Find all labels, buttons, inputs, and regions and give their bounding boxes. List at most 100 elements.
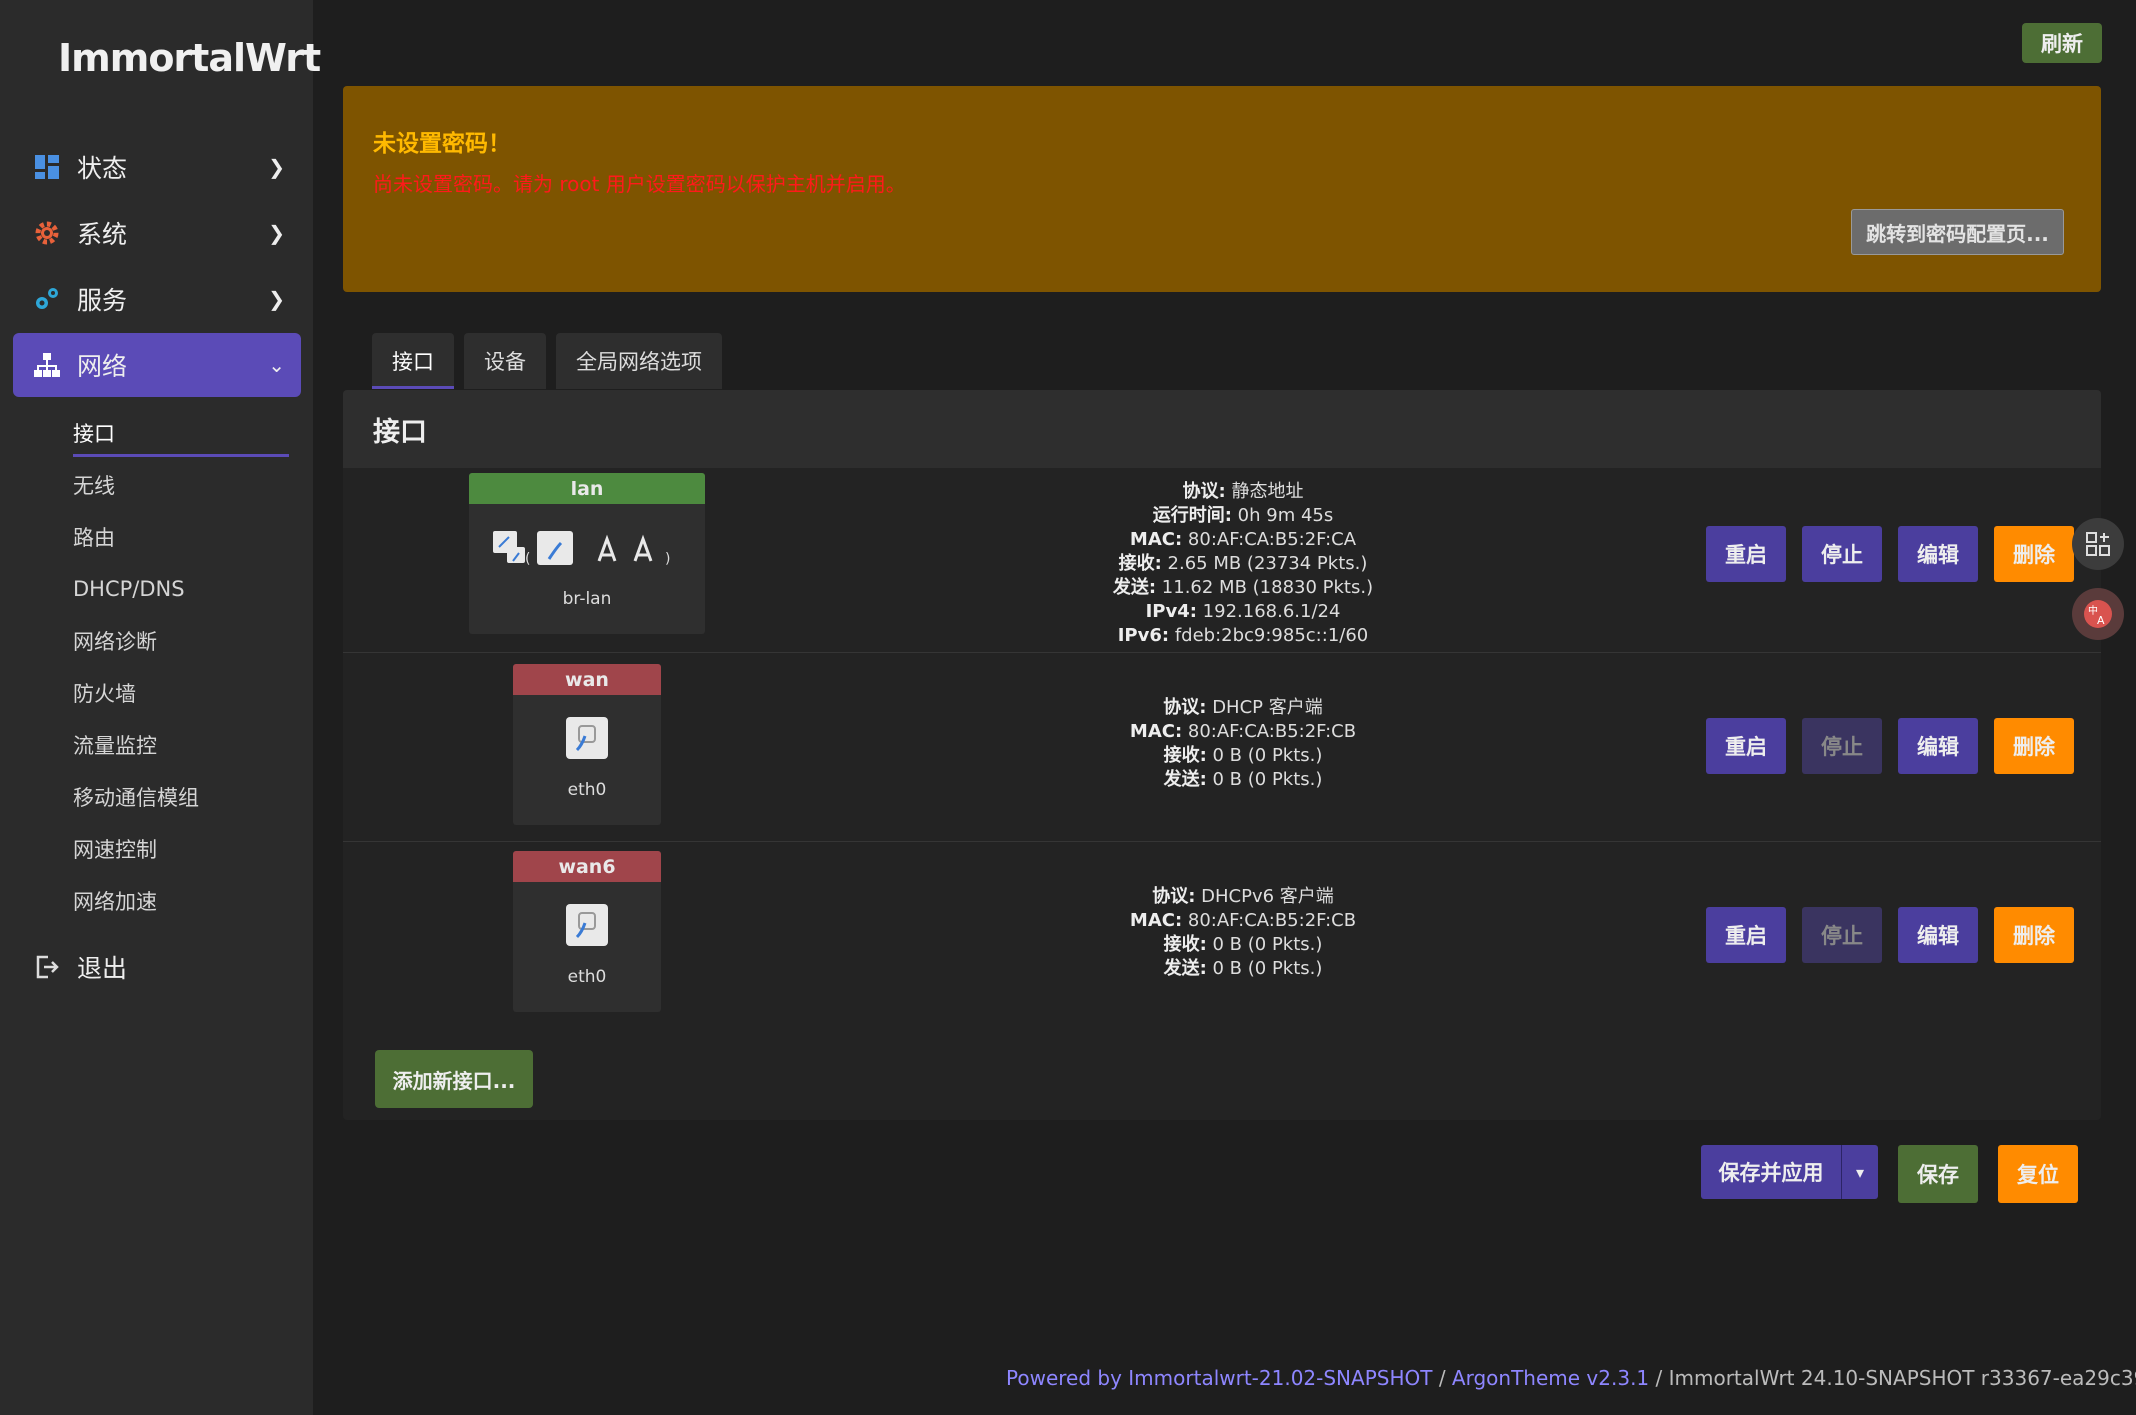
bottom-actions: 保存并应用 ▾ 保存 复位: [1701, 1145, 2078, 1203]
interface-info: 协议: 静态地址 运行时间: 0h 9m 45s MAC: 80:AF:CA:B…: [943, 480, 1543, 648]
ethernet-port-icon: [566, 717, 608, 759]
info-line: 发送: 0 B (0 Pkts.): [1163, 958, 1323, 979]
submenu-item-acceleration[interactable]: 网络加速: [13, 875, 301, 927]
alert-message: 尚未设置密码。请为 root 用户设置密码以保护主机并启用。: [373, 172, 906, 196]
info-line: MAC: 80:AF:CA:B5:2F:CA: [1129, 529, 1357, 550]
submenu-item-wireless[interactable]: 无线: [13, 459, 301, 511]
info-line: 协议: DHCP 客户端: [1163, 697, 1323, 718]
stop-button[interactable]: 停止: [1802, 526, 1882, 582]
save-button[interactable]: 保存: [1898, 1145, 1978, 1203]
row-actions: 重启 停止 编辑 删除: [1706, 526, 2074, 582]
restart-button[interactable]: 重启: [1706, 718, 1786, 774]
info-line: MAC: 80:AF:CA:B5:2F:CB: [1129, 910, 1357, 931]
info-line: 接收: 0 B (0 Pkts.): [1163, 934, 1323, 955]
chevron-right-icon: ❯: [268, 287, 285, 311]
interface-name: wan6: [513, 851, 661, 882]
footer-theme-link[interactable]: ArgonTheme v2.3.1: [1452, 1366, 1649, 1390]
submenu-item-interfaces[interactable]: 接口: [13, 407, 301, 459]
menu-item-services[interactable]: 服务 ❯: [13, 267, 301, 331]
brand-logo: ImmortalWrt: [58, 36, 321, 80]
goto-password-button[interactable]: 跳转到密码配置页...: [1851, 209, 2064, 255]
translate-icon[interactable]: 中A: [2072, 588, 2124, 640]
submenu-item-routes[interactable]: 路由: [13, 511, 301, 563]
interface-row-lan: lan ( ) br-lan 协议: 静态地址 运行时间: 0h 9m 45s …: [343, 468, 2101, 653]
interface-info: 协议: DHCPv6 客户端 MAC: 80:AF:CA:B5:2F:CB 接收…: [943, 885, 1543, 981]
network-submenu: 接口 无线 路由 DHCP/DNS 网络诊断 防火墙 流量监控 移动通信模组 网…: [13, 399, 301, 927]
tab-devices[interactable]: 设备: [464, 333, 546, 389]
interfaces-panel: 接口 lan ( ) br-lan 协议: 静态地址 运行时间: 0h 9m 4…: [343, 390, 2101, 1120]
svg-text:(: (: [525, 551, 530, 567]
menu-item-system[interactable]: 系统 ❯: [13, 201, 301, 265]
restart-button[interactable]: 重启: [1706, 907, 1786, 963]
submenu-item-modem[interactable]: 移动通信模组: [13, 771, 301, 823]
footer: Powered by Immortalwrt-21.02-SNAPSHOT / …: [1006, 1366, 2136, 1390]
chevron-right-icon: ❯: [268, 221, 285, 245]
footer-powered-link[interactable]: Powered by Immortalwrt-21.02-SNAPSHOT: [1006, 1366, 1432, 1390]
submenu-item-traffic[interactable]: 流量监控: [13, 719, 301, 771]
menu-label: 网络: [77, 352, 128, 381]
logout-icon: [31, 951, 63, 983]
edit-button[interactable]: 编辑: [1898, 526, 1978, 582]
stop-button[interactable]: 停止: [1802, 907, 1882, 963]
interface-badge: wan6 eth0: [513, 851, 661, 1012]
tab-global-options[interactable]: 全局网络选项: [556, 333, 722, 389]
tab-interfaces[interactable]: 接口: [372, 333, 454, 389]
bridge-icon: ( ): [491, 525, 691, 571]
stop-button[interactable]: 停止: [1802, 718, 1882, 774]
chevron-down-icon: ⌄: [268, 353, 285, 377]
menu-label: 退出: [77, 954, 128, 983]
edit-button[interactable]: 编辑: [1898, 718, 1978, 774]
password-warning-alert: 未设置密码！ 尚未设置密码。请为 root 用户设置密码以保护主机并启用。 跳转…: [343, 86, 2101, 292]
restart-button[interactable]: 重启: [1706, 526, 1786, 582]
caret-down-icon[interactable]: ▾: [1841, 1145, 1878, 1199]
refresh-button[interactable]: 刷新: [2022, 23, 2102, 63]
info-line: IPv4: 192.168.6.1/24: [1145, 601, 1341, 622]
row-actions: 重启 停止 编辑 删除: [1706, 907, 2074, 963]
menu-label: 系统: [77, 220, 128, 249]
menu-item-logout[interactable]: 退出: [13, 935, 301, 999]
reset-button[interactable]: 复位: [1998, 1145, 2078, 1203]
interface-row-wan: wan eth0 协议: DHCP 客户端 MAC: 80:AF:CA:B5:2…: [343, 652, 2101, 842]
interface-badge: lan ( ) br-lan: [469, 473, 705, 634]
interface-row-wan6: wan6 eth0 协议: DHCPv6 客户端 MAC: 80:AF:CA:B…: [343, 841, 2101, 1031]
interface-badge: wan eth0: [513, 664, 661, 825]
menu-label: 状态: [77, 154, 128, 183]
interface-info: 协议: DHCP 客户端 MAC: 80:AF:CA:B5:2F:CB 接收: …: [943, 696, 1543, 792]
info-line: MAC: 80:AF:CA:B5:2F:CB: [1129, 721, 1357, 742]
device-label: br-lan: [562, 589, 612, 609]
svg-text:): ): [665, 551, 670, 567]
info-line: 协议: DHCPv6 客户端: [1152, 886, 1334, 907]
ethernet-port-icon: [566, 904, 608, 946]
delete-button[interactable]: 删除: [1994, 907, 2074, 963]
edit-button[interactable]: 编辑: [1898, 907, 1978, 963]
delete-button[interactable]: 删除: [1994, 526, 2074, 582]
save-apply-button[interactable]: 保存并应用: [1701, 1145, 1841, 1199]
submenu-item-diagnostics[interactable]: 网络诊断: [13, 615, 301, 667]
device-label: eth0: [567, 780, 607, 800]
submenu-item-speed-control[interactable]: 网速控制: [13, 823, 301, 875]
submenu-item-firewall[interactable]: 防火墙: [13, 667, 301, 719]
footer-separator: /: [1432, 1366, 1452, 1390]
add-interface-button[interactable]: 添加新接口...: [375, 1050, 533, 1108]
alert-title: 未设置密码！: [373, 131, 511, 157]
network-icon: [31, 349, 63, 381]
device-label: eth0: [567, 967, 607, 987]
footer-version: ImmortalWrt 24.10-SNAPSHOT r33367-ea29c3…: [1668, 1366, 2136, 1390]
menu-item-network[interactable]: 网络 ⌄: [13, 333, 301, 397]
qr-code-icon[interactable]: [2072, 518, 2124, 570]
submenu-item-dhcp-dns[interactable]: DHCP/DNS: [13, 563, 301, 615]
tab-bar: 接口 设备 全局网络选项: [372, 333, 722, 389]
main-menu: 状态 ❯ 系统 ❯ 服务 ❯ 网络 ⌄ 接口 无线 路由 DHCP/DNS 网络…: [13, 135, 301, 1001]
info-line: 发送: 0 B (0 Pkts.): [1163, 769, 1323, 790]
chevron-right-icon: ❯: [268, 155, 285, 179]
gears-icon: [31, 283, 63, 315]
dashboard-icon: [31, 151, 63, 183]
info-line: 协议: 静态地址: [1182, 481, 1304, 502]
menu-item-status[interactable]: 状态 ❯: [13, 135, 301, 199]
info-line: 运行时间: 0h 9m 45s: [1152, 505, 1334, 526]
footer-separator: /: [1649, 1366, 1669, 1390]
delete-button[interactable]: 删除: [1994, 718, 2074, 774]
info-line: 发送: 11.62 MB (18830 Pkts.): [1112, 577, 1374, 598]
info-line: 接收: 2.65 MB (23734 Pkts.): [1118, 553, 1368, 574]
row-actions: 重启 停止 编辑 删除: [1706, 718, 2074, 774]
